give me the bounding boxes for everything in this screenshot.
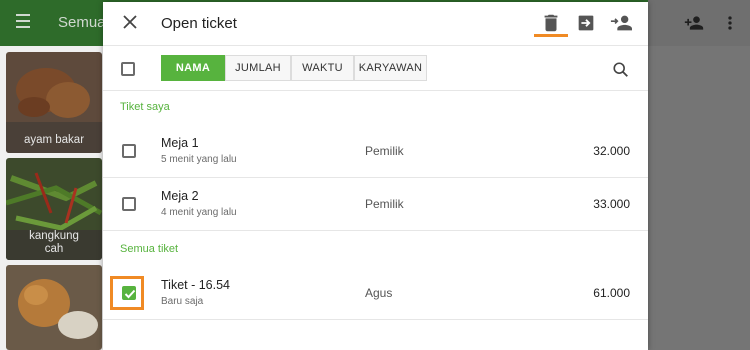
dialog-title: Open ticket [161,15,237,32]
move-ticket-icon[interactable] [575,12,597,34]
search-icon[interactable] [612,61,630,79]
section-title-all-tickets: Semua tiket [120,243,179,255]
ticket-time: 5 menit yang lalu [161,154,237,165]
item-tile[interactable]: kangkung cah [6,158,102,260]
tab-jumlah[interactable]: JUMLAH [225,55,291,81]
close-icon[interactable] [120,12,140,32]
menu-icon[interactable] [16,14,30,32]
ticket-checkbox[interactable] [122,197,136,211]
tab-karyawan[interactable]: KARYAWAN [354,55,427,81]
ticket-row[interactable]: Meja 2 4 menit yang lalu Pemilik 33.000 [103,178,648,231]
ticket-amount: 61.000 [593,286,630,300]
tab-waktu[interactable]: WAKTU [291,55,354,81]
dimmed-area [648,46,750,350]
assign-user-icon[interactable] [610,12,632,34]
food-image [6,265,102,350]
ticket-row[interactable]: Meja 1 5 menit yang lalu Pemilik 32.000 [103,125,648,178]
ticket-name: Tiket - 16.54 [161,278,231,292]
more-vert-icon[interactable] [722,13,738,33]
app-title: Semua [58,14,106,31]
ticket-amount: 33.000 [593,197,630,211]
ticket-row[interactable]: Tiket - 16.54 Baru saja Agus 61.000 [103,267,648,320]
sort-filter-bar: NAMA JUMLAH WAKTU KARYAWAN [103,47,648,91]
selection-highlight [110,276,144,310]
select-all-checkbox[interactable] [121,62,135,76]
item-tile[interactable]: ayam bakar [6,52,102,153]
ticket-employee: Agus [365,286,393,300]
open-ticket-dialog: Open ticket NAMA JUMLAH WAKTU KARYAWAN T… [103,2,648,350]
ticket-employee: Pemilik [365,144,404,158]
section-title-my-tickets: Tiket saya [120,101,170,113]
add-person-icon[interactable] [684,13,704,33]
ticket-time: 4 menit yang lalu [161,207,237,218]
dialog-header: Open ticket [103,2,648,46]
item-grid: ayam bakar kangkung cah [0,46,103,350]
item-tile[interactable] [6,265,102,350]
item-label: kangkung cah [29,230,79,255]
ticket-checkbox[interactable] [122,144,136,158]
delete-icon[interactable] [540,12,562,34]
ticket-time: Baru saja [161,296,204,307]
tab-nama[interactable]: NAMA [161,55,225,81]
active-action-indicator [534,34,568,37]
ticket-name: Meja 2 [161,189,199,203]
ticket-amount: 32.000 [593,144,630,158]
item-label: ayam bakar [23,134,85,146]
ticket-employee: Pemilik [365,197,404,211]
ticket-name: Meja 1 [161,136,199,150]
